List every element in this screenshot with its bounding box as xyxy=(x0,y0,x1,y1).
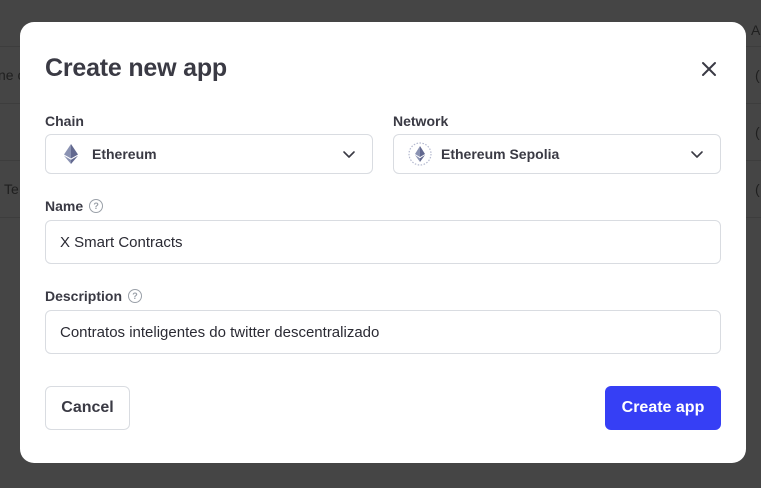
background-text: ( xyxy=(755,67,760,83)
chain-select-value: Ethereum xyxy=(92,146,157,162)
background-text: A xyxy=(751,22,761,38)
help-icon[interactable]: ? xyxy=(89,199,104,213)
network-select[interactable]: Ethereum Sepolia xyxy=(393,134,721,174)
chain-label-text: Chain xyxy=(45,113,84,129)
modal-title: Create new app xyxy=(45,54,227,82)
background-text: ( xyxy=(755,181,760,197)
create-app-modal: Create new app Chain Ethereum Network Et… xyxy=(20,22,746,463)
name-input[interactable] xyxy=(45,220,721,264)
name-label: Name ? xyxy=(45,198,104,214)
description-input[interactable] xyxy=(45,310,721,354)
chevron-down-icon xyxy=(343,151,355,158)
network-select-value: Ethereum Sepolia xyxy=(441,146,560,162)
description-label-text: Description xyxy=(45,288,123,304)
ethereum-icon xyxy=(64,144,78,164)
network-label-text: Network xyxy=(393,113,449,129)
description-label: Description ? xyxy=(45,288,143,304)
create-app-button[interactable]: Create app xyxy=(605,386,721,430)
close-icon xyxy=(702,62,716,76)
background-text: ( xyxy=(755,124,760,140)
cancel-button[interactable]: Cancel xyxy=(45,386,130,430)
close-button[interactable] xyxy=(697,57,721,81)
chain-select[interactable]: Ethereum xyxy=(45,134,373,174)
chain-label: Chain xyxy=(45,113,84,129)
chevron-down-icon xyxy=(691,151,703,158)
network-label: Network xyxy=(393,113,448,129)
background-text: Te xyxy=(4,181,19,197)
name-label-text: Name xyxy=(45,198,84,214)
ethereum-sepolia-icon xyxy=(408,142,432,166)
help-icon[interactable]: ? xyxy=(128,289,143,303)
